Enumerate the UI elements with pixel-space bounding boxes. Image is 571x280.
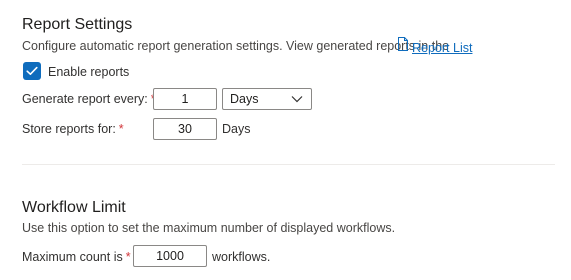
enable-reports-label: Enable reports [48, 65, 130, 79]
max-count-unit: workflows. [212, 250, 271, 264]
generate-every-unit-value: Days [230, 92, 259, 106]
report-settings-description: Configure automatic report generation se… [22, 39, 450, 53]
max-count-label-text: Maximum count is [22, 250, 123, 264]
workflow-limit-title: Workflow Limit [22, 199, 126, 216]
section-divider [22, 164, 555, 165]
report-settings-title: Report Settings [22, 16, 133, 33]
document-icon [398, 37, 408, 51]
chevron-down-icon [291, 96, 303, 103]
store-for-unit: Days [222, 122, 251, 136]
max-count-input[interactable] [133, 245, 207, 267]
store-for-label: Store reports for: * [22, 122, 124, 136]
generate-every-input[interactable] [153, 88, 217, 110]
required-marker: * [118, 122, 124, 136]
generate-every-unit-select[interactable]: Days [222, 88, 312, 110]
generate-every-label-text: Generate report every: [22, 92, 148, 106]
report-list-link[interactable]: Report List [412, 41, 472, 55]
checkmark-icon [26, 66, 38, 75]
workflow-limit-description: Use this option to set the maximum numbe… [22, 221, 396, 235]
enable-reports-checkbox[interactable] [23, 62, 41, 80]
generate-every-label: Generate report every:* [22, 92, 156, 106]
store-for-input[interactable] [153, 118, 217, 140]
required-marker: * [125, 250, 131, 264]
store-for-label-text: Store reports for: [22, 122, 116, 136]
max-count-label: Maximum count is * [22, 250, 131, 264]
